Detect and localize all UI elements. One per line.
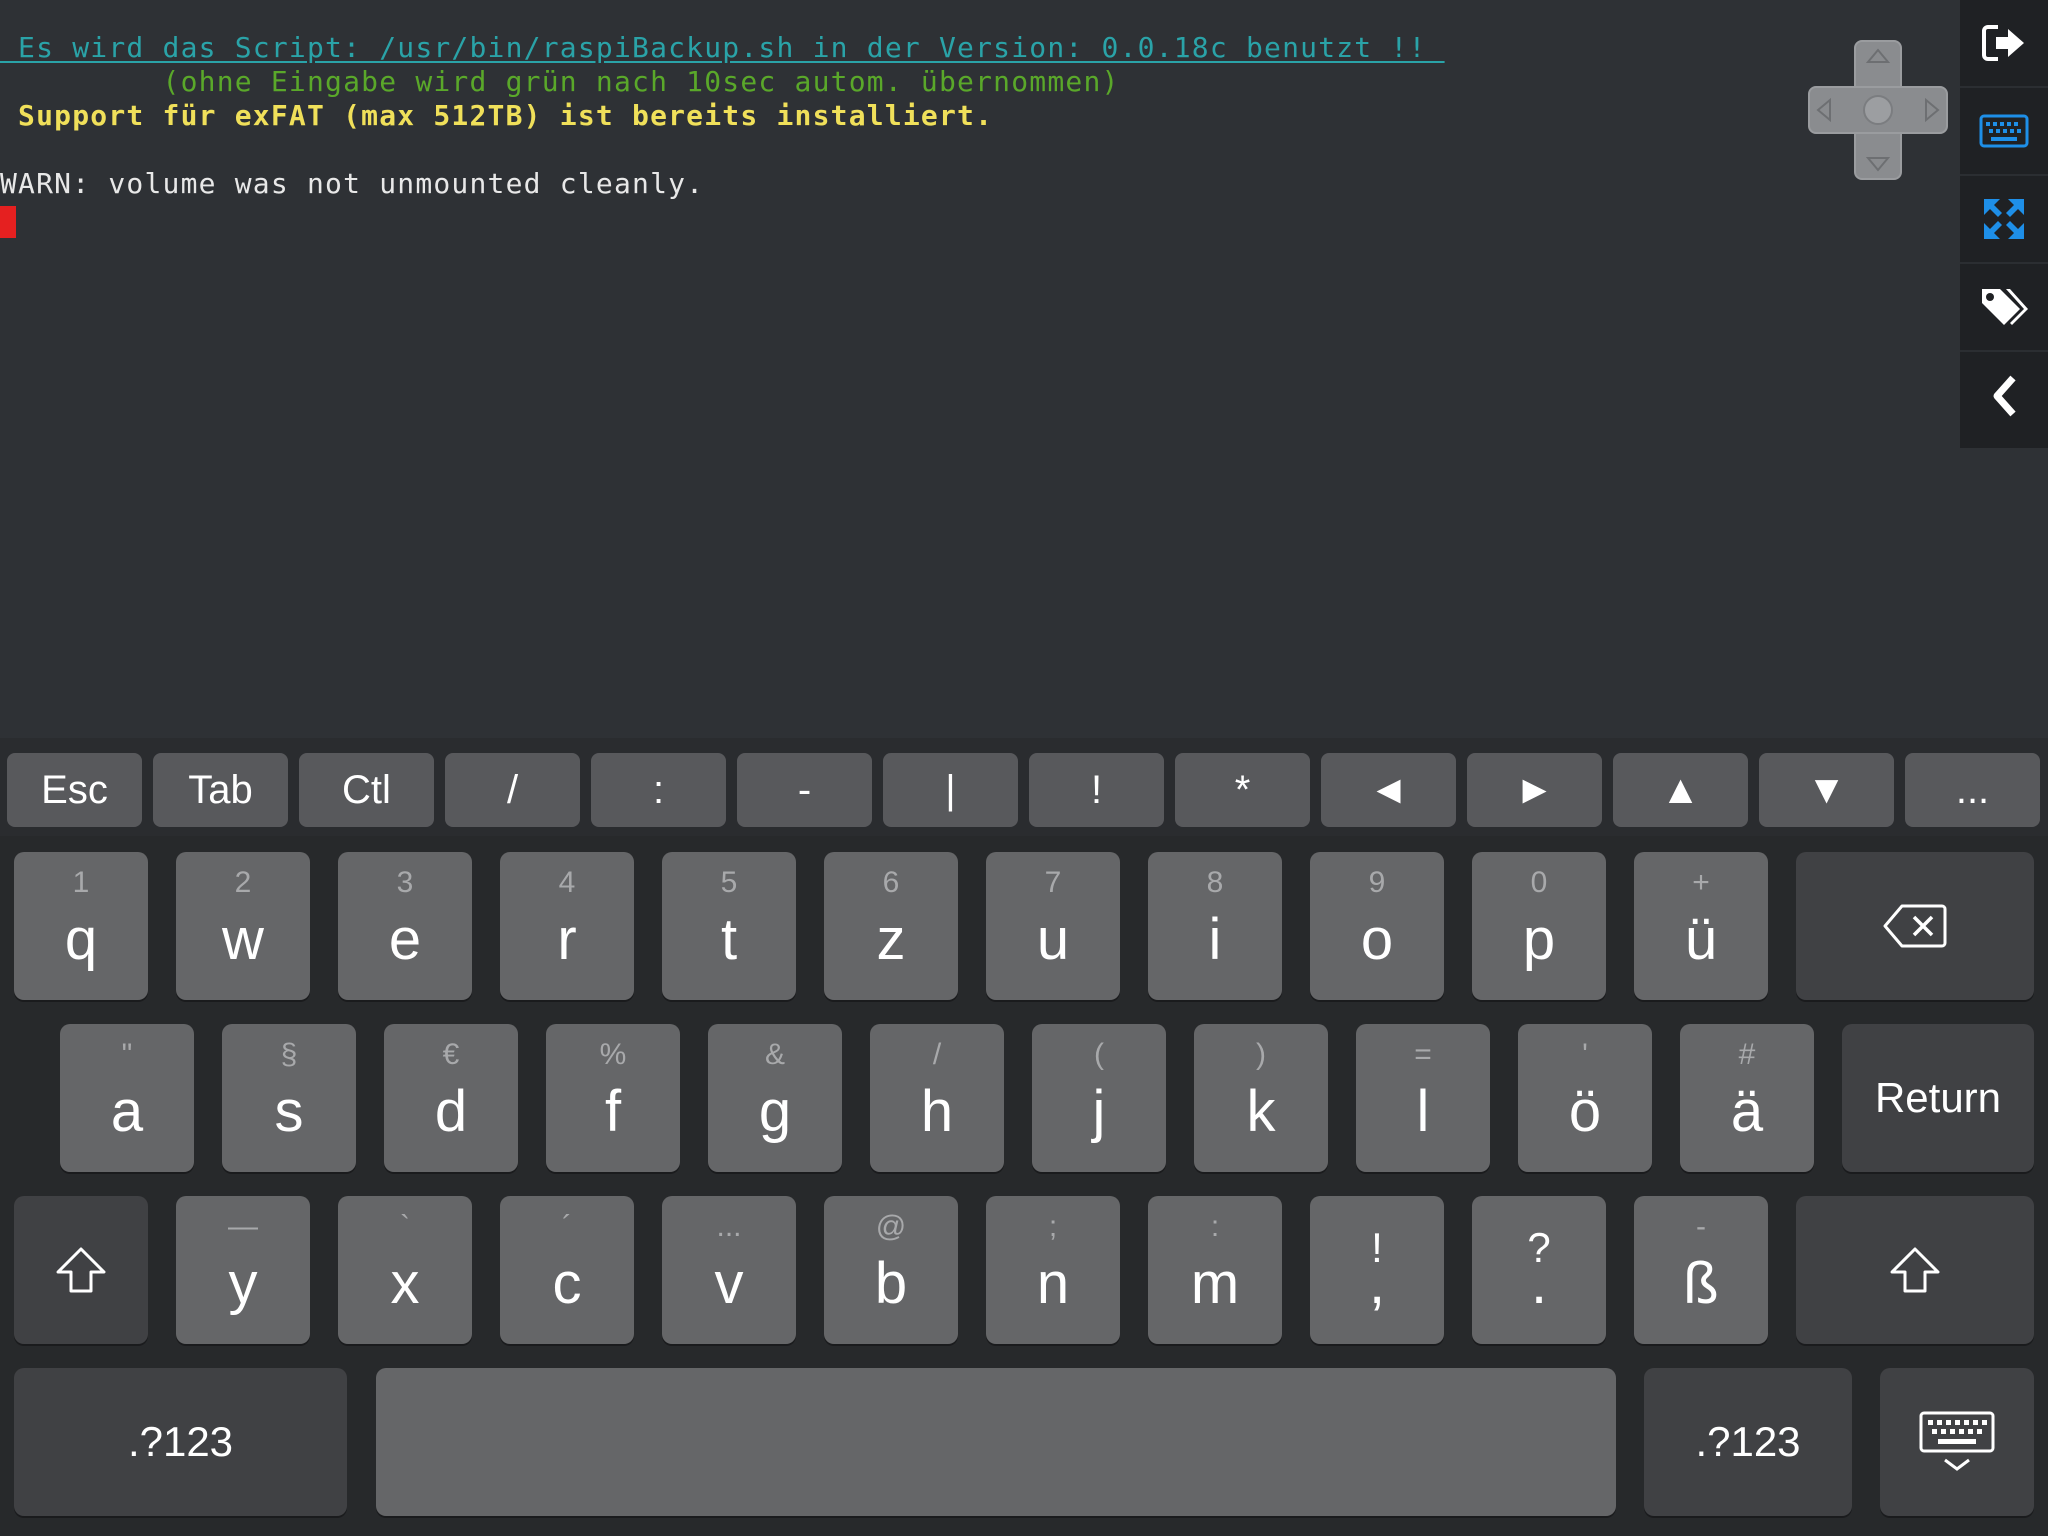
dismiss-keyboard-key[interactable] <box>1880 1368 2034 1516</box>
key-c[interactable]: ´ c <box>500 1196 634 1344</box>
keyboard-icon <box>1979 114 2029 148</box>
key-ae[interactable]: # ä <box>1680 1024 1814 1172</box>
key-oe[interactable]: ' ö <box>1518 1024 1652 1172</box>
terminal-cursor <box>0 206 16 238</box>
asterisk-key[interactable]: * <box>1175 753 1310 827</box>
key-n[interactable]: ; n <box>986 1196 1120 1344</box>
more-keys-key[interactable]: ... <box>1905 753 2040 827</box>
key-k[interactable]: ) k <box>1194 1024 1328 1172</box>
key-q[interactable]: 1q <box>14 852 148 1000</box>
tab-key[interactable]: Tab <box>153 753 288 827</box>
terminal-screen[interactable]: Es wird das Script: /usr/bin/raspiBackup… <box>0 0 1960 738</box>
arrow-down-key[interactable]: ▼ <box>1759 753 1894 827</box>
shift-icon <box>1890 1247 1940 1293</box>
key-f[interactable]: % f <box>546 1024 680 1172</box>
backspace-icon <box>1883 904 1947 948</box>
key-comma[interactable]: !, <box>1310 1196 1444 1344</box>
return-key[interactable]: Return <box>1842 1024 2034 1172</box>
fullscreen-icon <box>1984 199 2024 239</box>
ctrl-key[interactable]: Ctl <box>299 753 434 827</box>
key-g[interactable]: & g <box>708 1024 842 1172</box>
pipe-key[interactable]: | <box>883 753 1018 827</box>
numbers-toggle-left-key[interactable]: .?123 <box>14 1368 347 1516</box>
key-i[interactable]: 8i <box>1148 852 1282 1000</box>
key-z[interactable]: 6z <box>824 852 958 1000</box>
shift-icon <box>56 1247 106 1293</box>
arrow-right-key[interactable]: ► <box>1467 753 1602 827</box>
key-o[interactable]: 9o <box>1310 852 1444 1000</box>
collapse-toolbar-button[interactable] <box>1960 352 2048 440</box>
side-toolbar <box>1960 0 2048 448</box>
key-e[interactable]: 3e <box>338 852 472 1000</box>
key-eszett[interactable]: -ß <box>1634 1196 1768 1344</box>
key-w[interactable]: 2w <box>176 852 310 1000</box>
shift-left-key[interactable] <box>14 1196 148 1344</box>
key-v[interactable]: ... v <box>662 1196 796 1344</box>
fullscreen-button[interactable] <box>1960 176 2048 264</box>
key-m[interactable]: :m <box>1148 1196 1282 1344</box>
key-d[interactable]: € d <box>384 1024 518 1172</box>
exit-icon <box>1982 25 2024 61</box>
numbers-toggle-right-key[interactable]: .?123 <box>1644 1368 1852 1516</box>
terminal-line-warning: WARN: volume was not unmounted cleanly. <box>0 167 705 200</box>
key-y[interactable]: — y <box>176 1196 310 1344</box>
space-key[interactable] <box>376 1368 1616 1516</box>
key-a[interactable]: " a <box>60 1024 194 1172</box>
key-ue[interactable]: + ü <box>1634 852 1768 1000</box>
key-b[interactable]: @ b <box>824 1196 958 1344</box>
key-period[interactable]: ?. <box>1472 1196 1606 1344</box>
key-x[interactable]: ` x <box>338 1196 472 1344</box>
key-p[interactable]: 0p <box>1472 852 1606 1000</box>
chevron-left-icon <box>1993 375 2016 417</box>
key-h[interactable]: / h <box>870 1024 1004 1172</box>
terminal-line-exfat-support: Support für exFAT (max 512TB) ist bereit… <box>0 99 994 132</box>
key-r[interactable]: 4r <box>500 852 634 1000</box>
exit-button[interactable] <box>1960 0 2048 88</box>
arrow-up-key[interactable]: ▲ <box>1613 753 1748 827</box>
key-u[interactable]: 7u <box>986 852 1120 1000</box>
key-t[interactable]: 5t <box>662 852 796 1000</box>
shift-right-key[interactable] <box>1796 1196 2034 1344</box>
key-j[interactable]: (j <box>1032 1024 1166 1172</box>
keyboard-toggle-button[interactable] <box>1960 88 2048 176</box>
keyboard-accessory-bar: Esc Tab Ctl / : - | ! * ◄ ► ▲ ▼ ... <box>0 738 2048 836</box>
colon-key[interactable]: : <box>591 753 726 827</box>
terminal-line-default-hint: (ohne Eingabe wird grün nach 10sec autom… <box>0 65 1120 98</box>
terminal-line-script-version: Es wird das Script: /usr/bin/raspiBackup… <box>0 31 1445 64</box>
esc-key[interactable]: Esc <box>7 753 142 827</box>
key-l[interactable]: = l <box>1356 1024 1490 1172</box>
dash-key[interactable]: - <box>737 753 872 827</box>
slash-key[interactable]: / <box>445 753 580 827</box>
backspace-key[interactable] <box>1796 852 2034 1000</box>
on-screen-keyboard: Esc Tab Ctl / : - | ! * ◄ ► ▲ ▼ ... 1q 2… <box>0 738 2048 1536</box>
arrow-left-key[interactable]: ◄ <box>1321 753 1456 827</box>
dpad-arrows-icon <box>1816 48 1940 172</box>
exclamation-key[interactable]: ! <box>1029 753 1164 827</box>
dpad-control[interactable] <box>1808 40 1948 180</box>
key-s[interactable]: § s <box>222 1024 356 1172</box>
tags-icon <box>1982 289 2028 325</box>
keyboard-dismiss-icon <box>1919 1411 1995 1471</box>
tags-button[interactable] <box>1960 264 2048 352</box>
